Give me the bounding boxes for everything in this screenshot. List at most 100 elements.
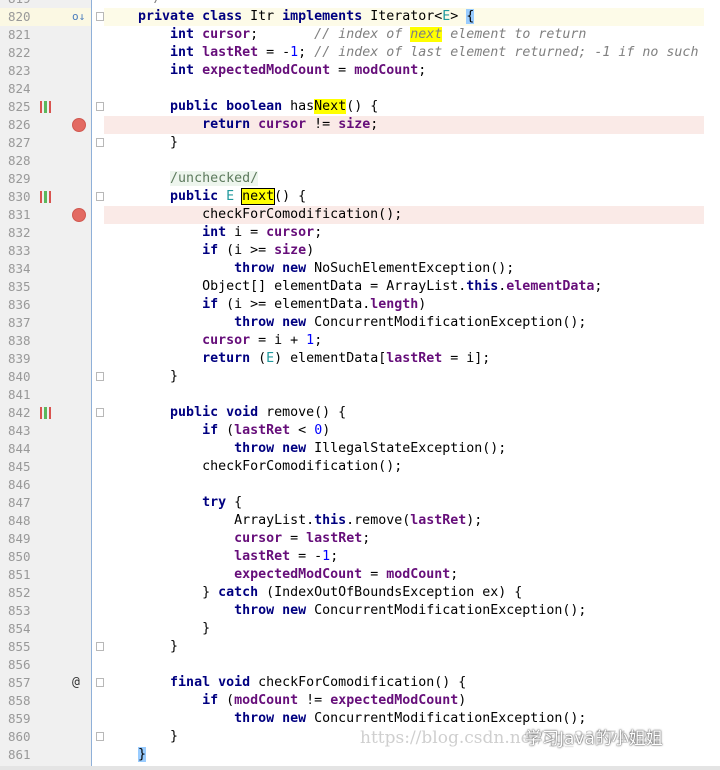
code-text[interactable]: }: [106, 728, 178, 746]
line-number[interactable]: 833: [8, 242, 31, 260]
annotation-icon[interactable]: @: [72, 674, 80, 692]
fold-marker-icon[interactable]: [96, 732, 104, 741]
code-line[interactable]: 828: [0, 152, 704, 170]
code-text[interactable]: */: [106, 0, 162, 8]
code-text[interactable]: return cursor != size;: [106, 116, 378, 134]
code-text[interactable]: final void checkForComodification() {: [106, 674, 466, 692]
fold-marker-icon[interactable]: [96, 102, 104, 111]
line-number[interactable]: 852: [8, 584, 31, 602]
line-number[interactable]: 834: [8, 260, 31, 278]
code-line[interactable]: 848 ArrayList.this.remove(lastRet);: [0, 512, 704, 530]
code-line[interactable]: 834 throw new NoSuchElementException();: [0, 260, 704, 278]
line-number[interactable]: 838: [8, 332, 31, 350]
line-number[interactable]: 824: [8, 80, 31, 98]
line-number[interactable]: 858: [8, 692, 31, 710]
code-line[interactable]: 829 /unchecked/: [0, 170, 704, 188]
fold-marker-icon[interactable]: [96, 12, 104, 21]
code-line[interactable]: 853 throw new ConcurrentModificationExce…: [0, 602, 704, 620]
code-text[interactable]: public boolean hasNext() {: [106, 98, 378, 116]
code-line[interactable]: 837 throw new ConcurrentModificationExce…: [0, 314, 704, 332]
code-line[interactable]: 850 lastRet = -1;: [0, 548, 704, 566]
code-line[interactable]: 856: [0, 656, 704, 674]
fold-marker-icon[interactable]: [96, 642, 104, 651]
code-line[interactable]: 822 int lastRet = -1; // index of last e…: [0, 44, 704, 62]
code-line[interactable]: 844 throw new IllegalStateException();: [0, 440, 704, 458]
code-text[interactable]: if (modCount != expectedModCount): [106, 692, 466, 710]
code-text[interactable]: }: [106, 638, 178, 656]
code-line[interactable]: 823 int expectedModCount = modCount;: [0, 62, 704, 80]
code-text[interactable]: int expectedModCount = modCount;: [106, 62, 426, 80]
code-text[interactable]: ArrayList.this.remove(lastRet);: [106, 512, 482, 530]
line-number[interactable]: 836: [8, 296, 31, 314]
code-text[interactable]: checkForComodification();: [106, 206, 402, 224]
line-number[interactable]: 856: [8, 656, 31, 674]
fold-marker-icon[interactable]: [96, 138, 104, 147]
code-line[interactable]: 855 }: [0, 638, 704, 656]
code-text[interactable]: }: [106, 620, 210, 638]
code-line[interactable]: 840 }: [0, 368, 704, 386]
line-number[interactable]: 860: [8, 728, 31, 746]
code-line[interactable]: 831 checkForComodification();: [0, 206, 704, 224]
line-number[interactable]: 819: [8, 0, 31, 8]
line-number[interactable]: 841: [8, 386, 31, 404]
code-text[interactable]: int cursor; // index of next element to …: [106, 26, 586, 44]
line-number[interactable]: 854: [8, 620, 31, 638]
line-number[interactable]: 848: [8, 512, 31, 530]
line-number[interactable]: 843: [8, 422, 31, 440]
line-number[interactable]: 820: [8, 8, 31, 26]
code-text[interactable]: } catch (IndexOutOfBoundsException ex) {: [106, 584, 522, 602]
line-number[interactable]: 839: [8, 350, 31, 368]
override-icon[interactable]: [39, 407, 51, 419]
line-number[interactable]: 851: [8, 566, 31, 584]
code-text[interactable]: private class Itr implements Iterator<E>…: [106, 8, 475, 26]
code-text[interactable]: }: [106, 134, 178, 152]
override-icon[interactable]: [39, 101, 51, 113]
line-number[interactable]: 846: [8, 476, 31, 494]
code-text[interactable]: expectedModCount = modCount;: [106, 566, 458, 584]
code-text[interactable]: throw new ConcurrentModificationExceptio…: [106, 602, 586, 620]
line-number[interactable]: 853: [8, 602, 31, 620]
code-line[interactable]: 858 if (modCount != expectedModCount): [0, 692, 704, 710]
code-text[interactable]: }: [106, 746, 147, 764]
code-text[interactable]: public E next() {: [106, 188, 306, 206]
code-text[interactable]: cursor = i + 1;: [106, 332, 322, 350]
code-text[interactable]: throw new ConcurrentModificationExceptio…: [106, 314, 586, 332]
code-text[interactable]: throw new NoSuchElementException();: [106, 260, 514, 278]
code-line[interactable]: 857 @ final void checkForComodification()…: [0, 674, 704, 692]
line-number[interactable]: 822: [8, 44, 31, 62]
code-line[interactable]: 846: [0, 476, 704, 494]
code-line[interactable]: 824: [0, 80, 704, 98]
implemented-icon[interactable]: o↓: [72, 10, 85, 24]
code-line[interactable]: 839 return (E) elementData[lastRet = i];: [0, 350, 704, 368]
code-text[interactable]: if (i >= elementData.length): [106, 296, 426, 314]
code-line[interactable]: 841: [0, 386, 704, 404]
code-text[interactable]: return (E) elementData[lastRet = i];: [106, 350, 490, 368]
code-line[interactable]: 851 expectedModCount = modCount;: [0, 566, 704, 584]
fold-marker-icon[interactable]: [96, 192, 104, 201]
code-line[interactable]: 825 public boolean hasNext() {: [0, 98, 704, 116]
line-number[interactable]: 826: [8, 116, 31, 134]
line-number[interactable]: 847: [8, 494, 31, 512]
code-line[interactable]: 842 public void remove() {: [0, 404, 704, 422]
code-line[interactable]: 821 int cursor; // index of next element…: [0, 26, 704, 44]
code-text[interactable]: public void remove() {: [106, 404, 346, 422]
code-line[interactable]: 827 }: [0, 134, 704, 152]
line-number[interactable]: 825: [8, 98, 31, 116]
code-line[interactable]: 832 int i = cursor;: [0, 224, 704, 242]
code-line[interactable]: 838 cursor = i + 1;: [0, 332, 704, 350]
line-number[interactable]: 840: [8, 368, 31, 386]
code-line[interactable]: 854 }: [0, 620, 704, 638]
fold-marker-icon[interactable]: [96, 408, 104, 417]
line-number[interactable]: 829: [8, 170, 31, 188]
fold-marker-icon[interactable]: [96, 678, 104, 687]
line-number[interactable]: 857: [8, 674, 31, 692]
code-line[interactable]: 819 */: [0, 0, 704, 8]
code-text[interactable]: if (lastRet < 0): [106, 422, 330, 440]
code-line[interactable]: 847 try {: [0, 494, 704, 512]
code-text[interactable]: throw new ConcurrentModificationExceptio…: [106, 710, 586, 728]
breakpoint-icon[interactable]: [72, 118, 86, 132]
code-line[interactable]: 830 public E next() {: [0, 188, 704, 206]
code-line[interactable]: 820 o↓ private class Itr implements Itera…: [0, 8, 704, 26]
line-number[interactable]: 837: [8, 314, 31, 332]
override-icon[interactable]: [39, 191, 51, 203]
